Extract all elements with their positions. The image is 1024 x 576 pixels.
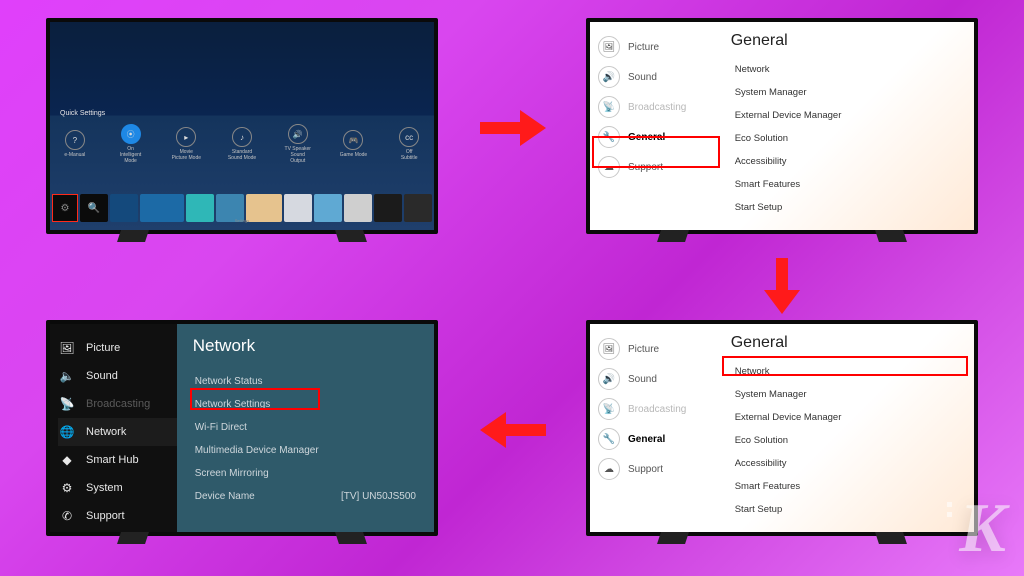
qs-item[interactable]: ⦿OnIntelligent Mode xyxy=(116,124,146,164)
broadcast-icon: 📡 xyxy=(598,398,620,420)
watermark-logo: K xyxy=(959,494,1006,564)
qs-item[interactable]: ?e-Manual xyxy=(60,130,90,158)
highlight-network-settings xyxy=(190,388,320,410)
qs-item[interactable]: ▸MoviePicture Mode xyxy=(171,127,201,161)
menu-item[interactable]: Screen Mirroring xyxy=(193,462,418,485)
menu-item[interactable]: Eco Solution xyxy=(731,127,960,150)
sound-icon: 🔈 xyxy=(58,369,76,383)
settings-sidebar: 🖼Picture 🔊Sound 📡Broadcasting 🔧General ☁… xyxy=(590,324,717,532)
arrow-left-icon xyxy=(478,408,548,452)
menu-item[interactable]: External Device Manager xyxy=(731,104,960,127)
menu-item[interactable]: Eco Solution xyxy=(731,429,960,452)
settings-tile[interactable]: ⚙Settings xyxy=(52,194,78,222)
quick-settings-row: ?e-Manual ⦿OnIntelligent Mode ▸MoviePict… xyxy=(50,122,434,166)
gear-icon: ⚙ xyxy=(58,481,76,495)
menu-item[interactable]: Device Name[TV] UN50JS500 xyxy=(193,485,418,508)
support-icon: ☁ xyxy=(598,458,620,480)
sidebar-item-smarthub[interactable]: ◆Smart Hub xyxy=(58,446,177,474)
hub-icon: ◆ xyxy=(58,453,76,467)
menu-item[interactable]: System Manager xyxy=(731,81,960,104)
highlight-network xyxy=(722,356,968,376)
menu-item[interactable]: System Manager xyxy=(731,383,960,406)
wrench-icon: 🔧 xyxy=(598,428,620,450)
menu-item[interactable]: Wi-Fi Direct xyxy=(193,416,418,439)
menu-item[interactable]: Start Setup xyxy=(731,196,960,219)
broadcast-icon: 📡 xyxy=(598,96,620,118)
highlight-general xyxy=(592,136,720,168)
tv-step3: 🖼Picture 🔊Sound 📡Broadcasting 🔧General ☁… xyxy=(586,320,978,536)
sidebar-item-general[interactable]: 🔧General xyxy=(598,424,717,454)
broadcast-icon: 📡 xyxy=(58,397,76,411)
tv-step2: 🖼Picture 🔊Sound 📡Broadcasting 🔧General ☁… xyxy=(586,18,978,234)
tv-step4: 🖼Picture 🔈Sound 📡Broadcasting 🌐Network ◆… xyxy=(46,320,438,536)
panel-heading: General xyxy=(731,334,960,352)
sound-icon: 🔊 xyxy=(598,66,620,88)
menu-item[interactable]: Accessibility xyxy=(731,150,960,173)
picture-icon: 🖼 xyxy=(58,341,76,355)
picture-icon: 🖼 xyxy=(598,338,620,360)
quick-settings-label: Quick Settings xyxy=(60,110,105,117)
menu-item[interactable]: Multimedia Device Manager xyxy=(193,439,418,462)
qs-item[interactable]: ♪StandardSound Mode xyxy=(227,127,257,161)
panel-heading: General xyxy=(731,32,960,50)
sidebar-item-sound[interactable]: 🔈Sound xyxy=(58,362,177,390)
panel-heading: Network xyxy=(193,336,418,356)
qs-item[interactable]: 🔊TV SpeakerSound Output xyxy=(283,124,313,164)
sidebar-item-sound[interactable]: 🔊Sound xyxy=(598,62,717,92)
sidebar-item-support[interactable]: ✆Support xyxy=(58,502,177,530)
support-icon: ✆ xyxy=(58,509,76,523)
sidebar-item-broadcasting[interactable]: 📡Broadcasting xyxy=(598,92,717,122)
qs-item[interactable]: ccOffSubtitle xyxy=(394,127,424,161)
sidebar-item-system[interactable]: ⚙System xyxy=(58,474,177,502)
menu-item-network[interactable]: Network xyxy=(731,58,960,81)
sound-icon: 🔊 xyxy=(598,368,620,390)
settings-main: General Network System Manager External … xyxy=(717,22,974,230)
sidebar-item-broadcasting[interactable]: 📡Broadcasting xyxy=(598,394,717,424)
settings-sidebar: 🖼Picture 🔊Sound 📡Broadcasting 🔧General ☁… xyxy=(590,22,717,230)
network-sidebar: 🖼Picture 🔈Sound 📡Broadcasting 🌐Network ◆… xyxy=(50,324,177,532)
network-main: Network Network Status Network Settings … xyxy=(177,324,434,532)
sidebar-item-picture[interactable]: 🖼Picture xyxy=(598,334,717,364)
menu-item[interactable]: Accessibility xyxy=(731,452,960,475)
settings-panel: 🖼Picture 🔊Sound 📡Broadcasting 🔧General ☁… xyxy=(590,22,974,230)
sidebar-item-picture[interactable]: 🖼Picture xyxy=(58,334,177,362)
menu-item[interactable]: Smart Features xyxy=(731,475,960,498)
sidebar-item-sound[interactable]: 🔊Sound xyxy=(598,364,717,394)
sidebar-item-picture[interactable]: 🖼Picture xyxy=(598,32,717,62)
sidebar-item-broadcasting[interactable]: 📡Broadcasting xyxy=(58,390,177,418)
picture-icon: 🖼 xyxy=(598,36,620,58)
app-row: ⚙Settings 🔍 xyxy=(50,192,434,224)
arrow-right-icon xyxy=(478,106,548,150)
tv1-screen: Quick Settings ?e-Manual ⦿OnIntelligent … xyxy=(50,22,434,230)
sidebar-item-support[interactable]: ☁Support xyxy=(598,454,717,484)
menu-item[interactable]: Start Setup xyxy=(731,498,960,521)
menu-item[interactable]: Smart Features xyxy=(731,173,960,196)
menu-item[interactable]: External Device Manager xyxy=(731,406,960,429)
qs-item[interactable]: 🎮Game Mode xyxy=(339,130,369,158)
network-panel: 🖼Picture 🔈Sound 📡Broadcasting 🌐Network ◆… xyxy=(50,324,434,532)
tv-step1: Quick Settings ?e-Manual ⦿OnIntelligent … xyxy=(46,18,438,234)
globe-icon: 🌐 xyxy=(58,425,76,439)
sidebar-item-network[interactable]: 🌐Network xyxy=(58,418,177,446)
arrow-down-icon xyxy=(760,256,804,316)
